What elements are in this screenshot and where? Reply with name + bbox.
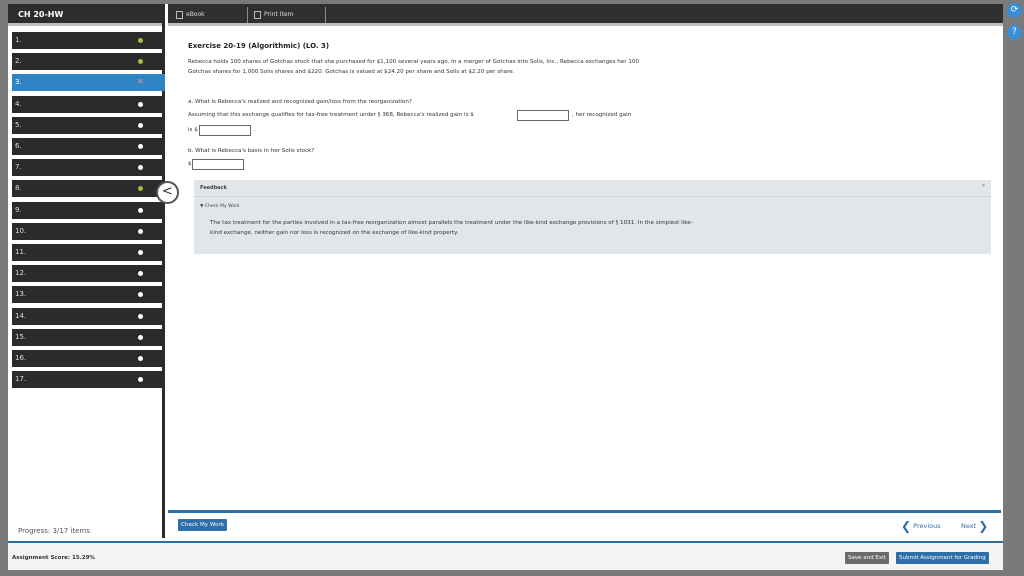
status-dot-icon — [138, 228, 143, 234]
completed-dot-icon — [138, 59, 143, 65]
book-icon — [176, 11, 183, 19]
status-dot-icon — [138, 101, 143, 107]
question-number: 2. — [15, 57, 22, 66]
bottom-bar: Assignment Score: 15.29% Save and Exit S… — [8, 541, 1003, 570]
exercise-intro: Rebecca holds 100 shares of Gotchas stoc… — [188, 59, 640, 75]
question-b: b. What is Rebecca's basis in her Solis … — [188, 148, 315, 154]
next-button[interactable]: Next ❯ — [961, 519, 988, 533]
status-dot-icon — [138, 356, 143, 361]
collapse-caret-icon[interactable]: ▾ — [982, 182, 985, 189]
question-number: 13. — [15, 290, 27, 299]
sidebar-question-item[interactable]: 4. — [12, 95, 165, 113]
check-my-work-toggle[interactable]: ▼ Check My Work — [200, 204, 240, 209]
exercise-content: Exercise 20-19 (Algorithmic) (LO. 3) Reb… — [168, 29, 1001, 531]
sidebar-question-item[interactable]: 9. — [12, 201, 165, 219]
completed-dot-icon — [138, 38, 143, 43]
sidebar-question-item[interactable]: 17. — [12, 371, 165, 389]
progress-text: Progress: 3/17 items — [18, 527, 90, 535]
question-number: 10. — [15, 226, 27, 235]
app-window: CH 20-HW 1. 2. 3. ✕ 4. 5. 6. 7. 8. 9. 10. 11. 12. 13.… — [8, 4, 1003, 570]
sidebar-question-item[interactable]: 3. ✕ — [12, 74, 165, 92]
ebook-button[interactable]: eBook — [172, 7, 248, 23]
sidebar-question-item[interactable]: 6. — [12, 138, 165, 155]
question-number: 3. — [15, 78, 22, 87]
print-label: Print Item — [264, 11, 294, 18]
question-number: 16. — [15, 354, 27, 362]
question-number: 17. — [15, 375, 27, 384]
top-toolbar: eBook Print Item — [168, 4, 1003, 26]
previous-button[interactable]: ❮ Previous — [901, 519, 941, 533]
status-dot-icon — [138, 313, 143, 319]
incorrect-icon: ✕ — [137, 77, 144, 87]
question-a-is: is $ — [188, 127, 198, 133]
realized-gain-input[interactable] — [517, 110, 569, 121]
sidebar-question-item[interactable]: 12. — [12, 265, 165, 283]
completed-dot-icon — [138, 186, 143, 192]
sidebar-question-item[interactable]: 16. — [12, 350, 165, 367]
status-dot-icon — [138, 292, 143, 298]
chevron-left-icon: ❮ — [901, 519, 912, 533]
status-dot-icon — [138, 334, 143, 340]
feedback-text: The tax treatment for the parties involv… — [210, 220, 693, 236]
sidebar-question-item[interactable]: 7. — [12, 159, 165, 177]
question-number: 15. — [15, 332, 27, 341]
content-divider — [168, 510, 1001, 513]
question-a-prompt: Assuming that this exchange qualifies fo… — [188, 112, 474, 118]
feedback-panel: Feedback ▾ ▼ Check My Work The tax treat… — [194, 180, 991, 254]
next-label: Next — [961, 522, 977, 530]
status-dot-icon — [138, 122, 143, 128]
previous-label: Previous — [913, 522, 941, 530]
question-number: 12. — [15, 269, 27, 278]
sidebar-question-item[interactable]: 14. — [12, 307, 165, 325]
recognized-gain-input[interactable] — [199, 125, 251, 136]
submit-assignment-button[interactable]: Submit Assignment for Grading — [896, 552, 989, 564]
question-number: 6. — [15, 142, 22, 150]
status-dot-icon — [138, 271, 143, 277]
assignment-title: CH 20-HW — [8, 4, 162, 26]
status-dot-icon — [138, 165, 143, 171]
question-number: 8. — [15, 184, 22, 193]
question-number: 11. — [15, 248, 27, 256]
question-a: a. What is Rebecca's realized and recogn… — [188, 99, 412, 105]
sidebar-question-item[interactable]: 1. — [12, 32, 165, 49]
ebook-label: eBook — [186, 11, 205, 18]
question-number: 1. — [15, 36, 22, 44]
check-my-work-button[interactable]: Check My Work — [178, 519, 228, 531]
chevron-right-icon: ❯ — [978, 519, 989, 533]
print-icon — [254, 11, 261, 19]
sidebar-question-item[interactable]: 2. — [12, 53, 165, 71]
collapse-sidebar-icon[interactable]: < — [156, 181, 179, 204]
sidebar-question-item[interactable]: 15. — [12, 328, 165, 346]
question-number: 7. — [15, 163, 22, 172]
assignment-score: Assignment Score: 15.29% — [12, 555, 95, 561]
status-dot-icon — [138, 250, 143, 255]
status-dot-icon — [138, 207, 143, 213]
status-dot-icon — [138, 377, 143, 383]
save-and-exit-button[interactable]: Save and Exit — [845, 552, 889, 564]
feedback-heading[interactable]: Feedback — [194, 180, 991, 197]
question-a-tail: , her recognized gain — [572, 112, 632, 118]
help-icon[interactable]: ? — [1007, 25, 1022, 40]
question-number: 9. — [15, 205, 22, 214]
status-dot-icon — [138, 144, 143, 149]
sidebar-question-item[interactable]: 10. — [12, 222, 165, 240]
solis-basis-input[interactable] — [192, 159, 244, 170]
exercise-title: Exercise 20-19 (Algorithmic) (LO. 3) — [188, 42, 330, 50]
sidebar-question-item[interactable]: 5. — [12, 116, 165, 134]
question-number: 14. — [15, 311, 27, 320]
sidebar-question-item[interactable]: 13. — [12, 286, 165, 304]
refresh-icon[interactable]: ⟳ — [1007, 3, 1022, 18]
sidebar-question-item[interactable]: 11. — [12, 244, 165, 261]
print-item-button[interactable]: Print Item — [250, 7, 326, 23]
question-number: 4. — [15, 99, 22, 108]
question-a-period: . — [254, 127, 256, 133]
question-number: 5. — [15, 120, 22, 129]
question-sidebar: CH 20-HW 1. 2. 3. ✕ 4. 5. 6. 7. 8. 9. 10. 11. 12. 13.… — [8, 4, 165, 538]
sidebar-question-item[interactable]: 8. — [12, 180, 165, 198]
